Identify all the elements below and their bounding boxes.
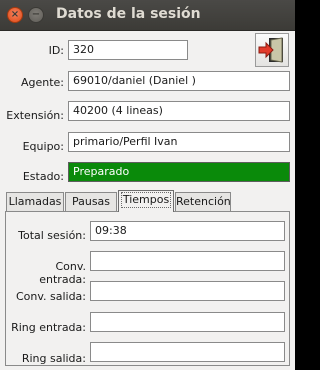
total-session-field[interactable]: 09:38 xyxy=(90,221,285,241)
agent-label: Agente: xyxy=(20,76,64,89)
tab-llamadas[interactable]: Llamadas xyxy=(6,192,64,211)
id-label: ID: xyxy=(48,44,64,57)
title-bar[interactable]: × − Datos de la sesión xyxy=(0,0,295,31)
id-field[interactable]: 320 xyxy=(68,40,188,60)
ring-out-label: Ring salida: xyxy=(21,352,86,365)
ring-in-label: Ring entrada: xyxy=(11,321,86,334)
tab-retencion[interactable]: Retención xyxy=(175,192,231,211)
exit-button[interactable] xyxy=(255,33,289,67)
close-button[interactable]: × xyxy=(7,7,23,23)
tab-tiempos-label: Tiempos xyxy=(120,192,172,208)
conv-in-field[interactable] xyxy=(90,251,285,271)
state-label: Estado: xyxy=(22,170,64,183)
conv-out-label: Conv. salida: xyxy=(15,290,86,303)
conv-in-label: Conv. entrada: xyxy=(39,260,86,286)
window-title: Datos de la sesión xyxy=(56,6,201,22)
conv-out-field[interactable] xyxy=(90,281,285,301)
tab-tiempos[interactable]: Tiempos xyxy=(118,190,174,212)
team-label: Equipo: xyxy=(22,140,64,153)
team-field[interactable]: primario/Perfil Ivan xyxy=(68,132,290,152)
exit-door-icon xyxy=(258,37,283,63)
tab-pausas[interactable]: Pausas xyxy=(65,192,117,211)
minimize-button[interactable]: − xyxy=(28,7,44,23)
extension-label: Extensión: xyxy=(6,109,64,122)
session-window: × − Datos de la sesión ID: 320 Agente: 6… xyxy=(0,0,295,370)
total-session-label: Total sesión: xyxy=(18,229,86,242)
ring-in-field[interactable] xyxy=(90,312,285,332)
minimize-icon: − xyxy=(31,9,41,20)
state-field: Preparado xyxy=(68,162,290,182)
agent-field[interactable]: 69010/daniel (Daniel ) xyxy=(68,71,290,91)
extension-field[interactable]: 40200 (4 lineas) xyxy=(68,101,290,121)
close-icon: × xyxy=(10,9,20,20)
ring-out-field[interactable] xyxy=(90,342,285,362)
